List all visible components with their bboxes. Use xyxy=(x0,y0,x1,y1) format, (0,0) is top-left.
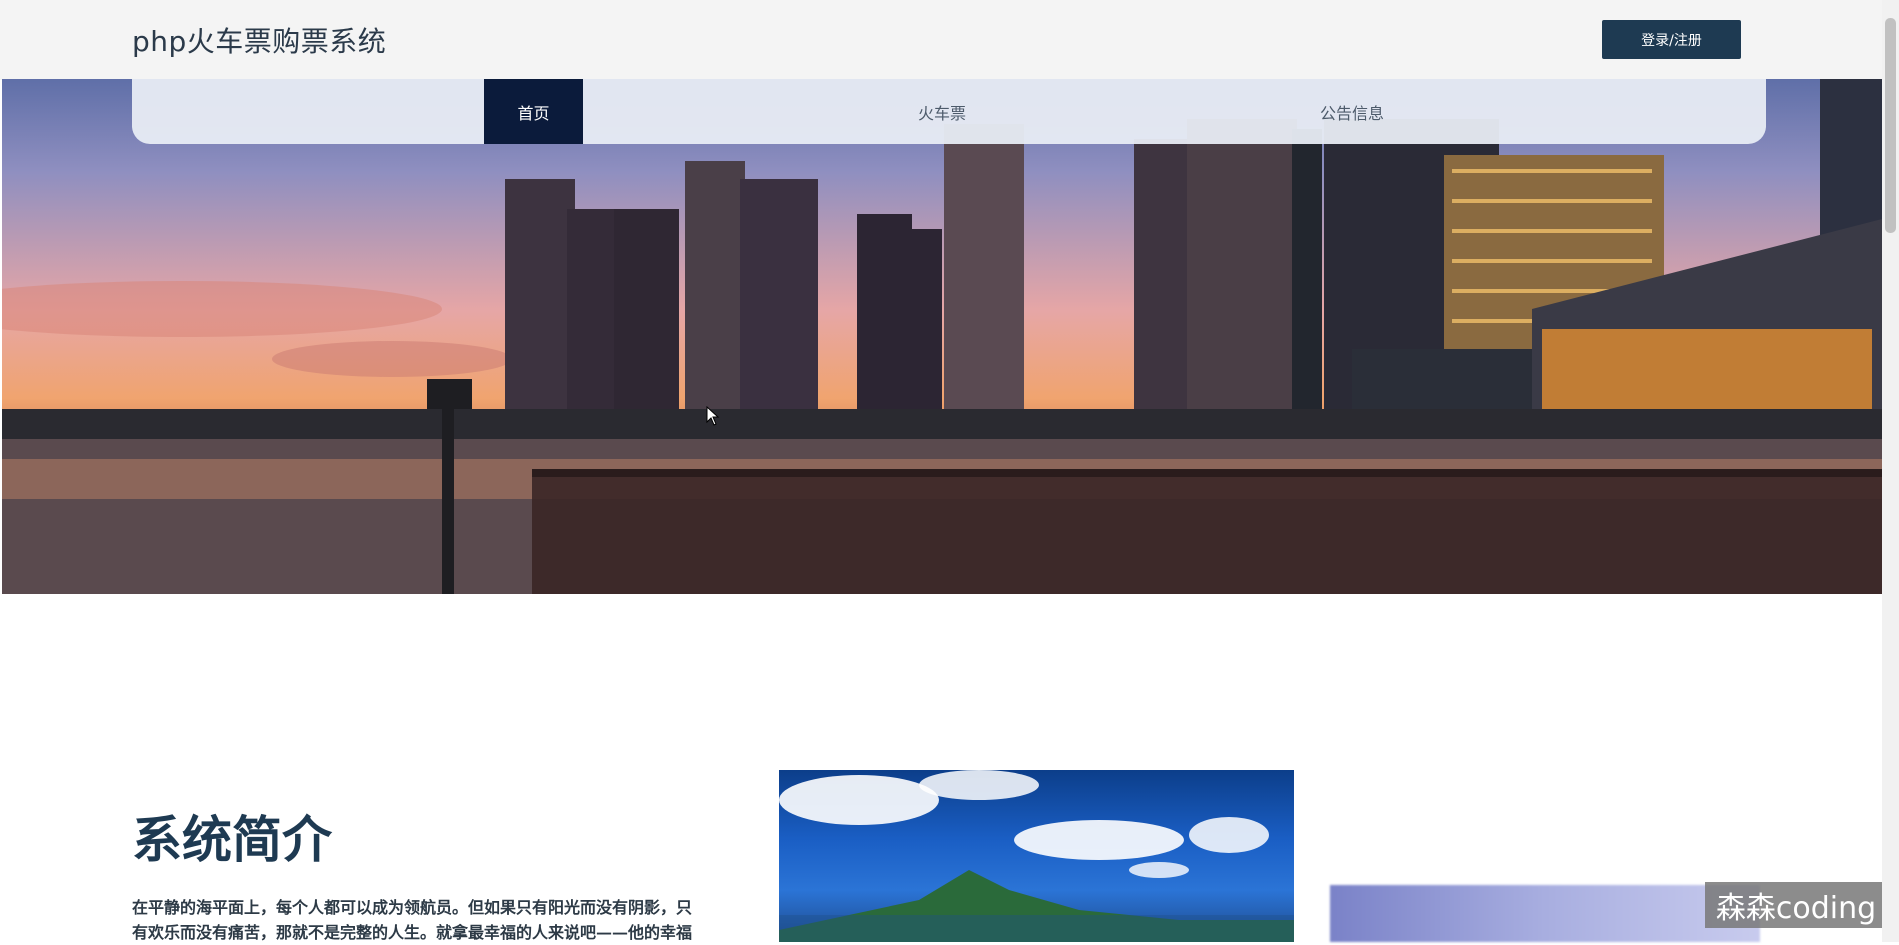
watermark: 森森coding xyxy=(1705,882,1887,928)
nav-item-announcements[interactable]: 公告信息 xyxy=(1302,79,1402,144)
top-header: php火车票购票系统 登录/注册 xyxy=(0,0,1899,80)
island-landscape xyxy=(779,770,1294,942)
mouse-cursor-icon xyxy=(706,406,720,426)
nav-item-train-tickets[interactable]: 火车票 xyxy=(892,79,992,144)
island-image xyxy=(779,770,1294,942)
city-skyline-image xyxy=(2,79,1882,594)
intro-text: 在平静的海平面上，每个人都可以成为领航员。但如果只有阳光而没有阴影，只有欢乐而没… xyxy=(132,898,693,942)
blurred-image xyxy=(1330,885,1760,942)
scrollbar-thumb[interactable] xyxy=(1885,18,1896,233)
site-title[interactable]: php火车票购票系统 xyxy=(132,20,386,60)
login-register-button[interactable]: 登录/注册 xyxy=(1602,20,1741,59)
intro-title: 系统简介 xyxy=(132,810,332,869)
nav-item-home[interactable]: 首页 xyxy=(484,79,583,144)
hero-banner xyxy=(2,79,1882,594)
main-nav: 首页 火车票 公告信息 xyxy=(132,79,1766,144)
